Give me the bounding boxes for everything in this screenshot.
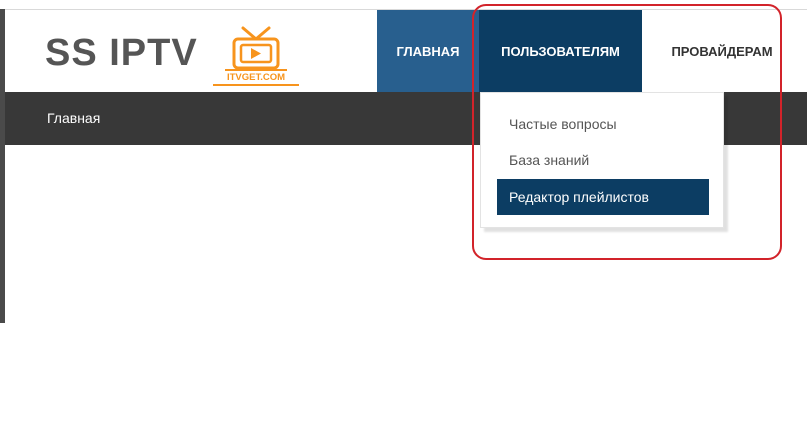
site-title[interactable]: SS IPTV	[45, 32, 198, 75]
breadcrumb-home[interactable]: Главная	[47, 110, 100, 126]
logo-text: ITVGET.COM	[227, 72, 285, 83]
highlight-annotation	[472, 4, 782, 260]
tv-logo-icon[interactable]: ITVGET.COM	[205, 18, 307, 90]
nav-item-home[interactable]: ГЛАВНАЯ	[377, 10, 479, 92]
